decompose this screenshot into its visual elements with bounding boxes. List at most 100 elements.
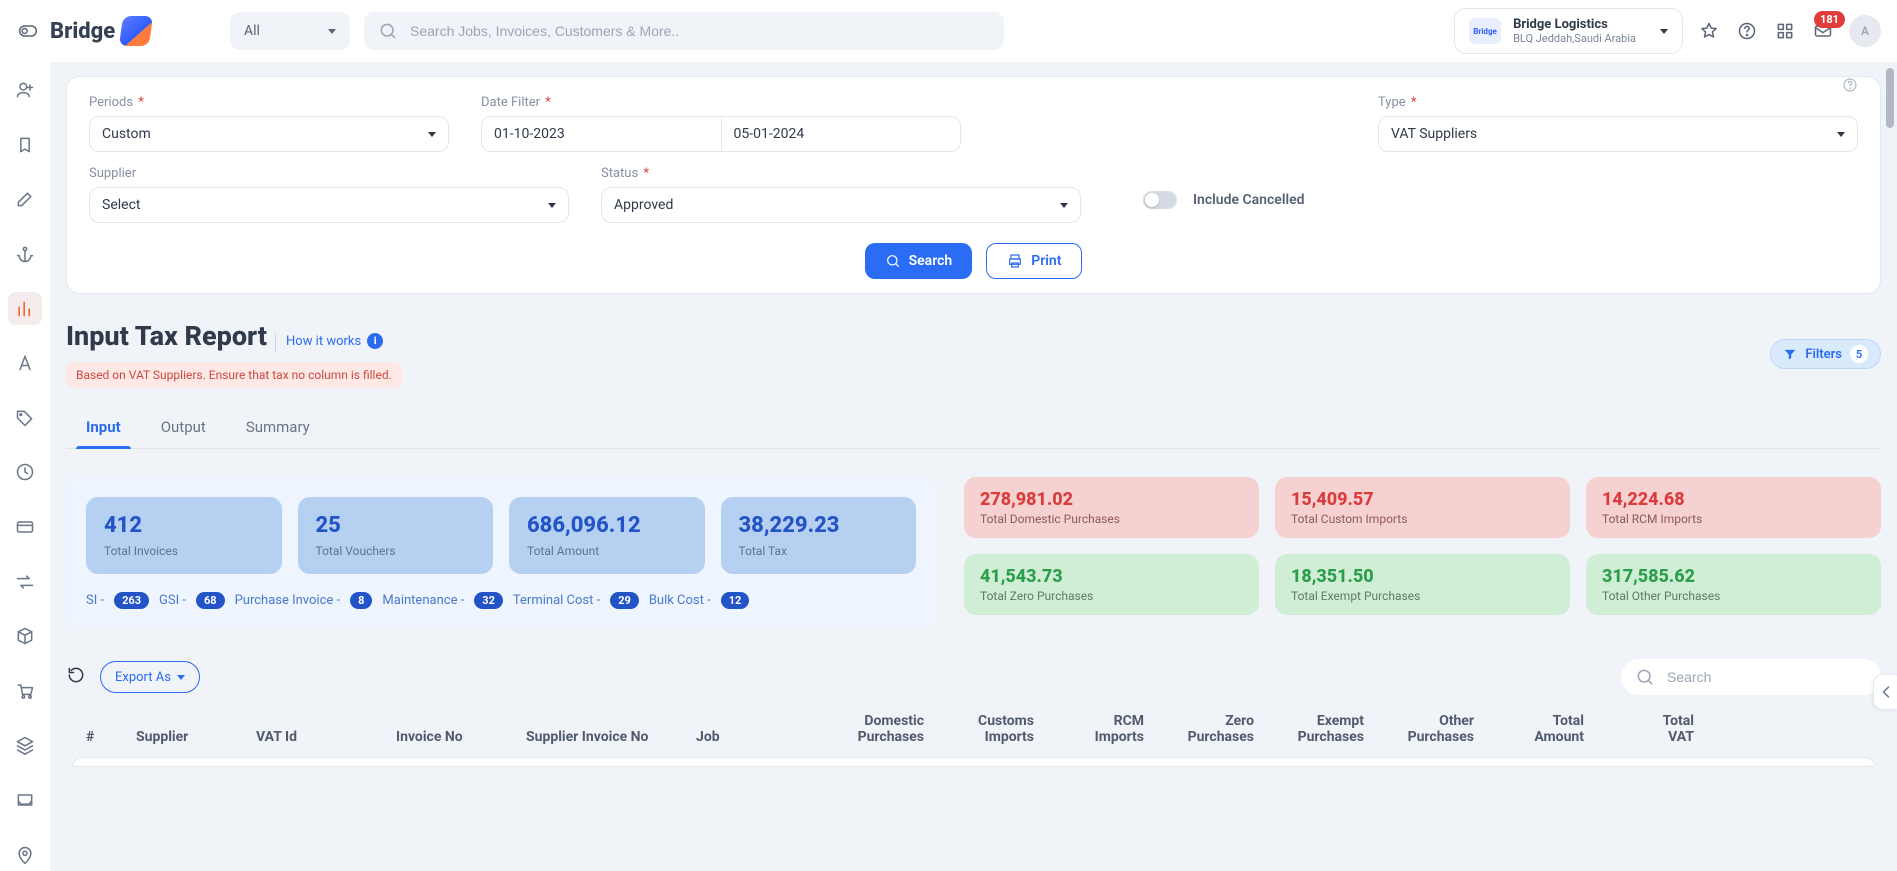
help-icon[interactable] <box>1735 19 1759 43</box>
table-body <box>72 757 1875 767</box>
col-hash: # <box>80 729 130 745</box>
content: Periods * Custom Date Filter * 01-10-202… <box>50 62 1897 871</box>
col-supplier: Supplier <box>130 729 250 745</box>
scope-value: All <box>244 23 260 39</box>
tile-custom: 15,409.57Total Custom Imports <box>1275 477 1570 538</box>
info-icon: i <box>367 333 383 349</box>
date-filter-label: Date Filter <box>481 95 540 110</box>
search-icon <box>1635 667 1655 687</box>
company-logo-icon: Bridge <box>1469 18 1501 44</box>
col-vat: VAT Id <box>250 729 390 745</box>
nav-inbox[interactable] <box>8 784 42 817</box>
chevron-down-icon <box>328 29 336 34</box>
global-search[interactable] <box>364 12 1004 50</box>
filter-card: Periods * Custom Date Filter * 01-10-202… <box>66 76 1881 294</box>
chevron-down-icon <box>1660 29 1668 34</box>
nav-add-user[interactable] <box>8 74 42 107</box>
tab-summary[interactable]: Summary <box>226 406 330 448</box>
left-sidebar <box>0 62 50 871</box>
col-job: Job <box>690 729 820 745</box>
nav-anchor[interactable] <box>8 238 42 271</box>
star-icon[interactable] <box>1697 19 1721 43</box>
tabs: Input Output Summary <box>66 406 1881 449</box>
page-title: Input Tax Report <box>66 320 267 352</box>
summary-metrics: 412Total Invoices 25Total Vouchers 686,0… <box>66 477 936 629</box>
col-rcm: RCMImports <box>1040 713 1150 745</box>
export-button[interactable]: Export As <box>100 661 200 693</box>
include-cancelled-label: Include Cancelled <box>1193 192 1305 208</box>
type-label: Type <box>1378 95 1406 110</box>
company-select[interactable]: Bridge Bridge Logistics BLQ Jeddah,Saudi… <box>1454 8 1683 54</box>
col-total-amount: TotalAmount <box>1480 713 1590 745</box>
type-select[interactable]: VAT Suppliers <box>1378 116 1858 152</box>
refresh-button[interactable] <box>66 665 86 689</box>
company-location: BLQ Jeddah,Saudi Arabia <box>1513 32 1636 45</box>
mail-button[interactable]: 181 <box>1811 19 1835 43</box>
topbar: Bridge All Bridge Bridge Logistics BLQ J… <box>0 0 1897 62</box>
user-avatar[interactable]: A <box>1849 15 1881 47</box>
filters-pill[interactable]: Filters 5 <box>1770 339 1881 369</box>
expand-panel-button[interactable] <box>1873 674 1897 710</box>
company-name: Bridge Logistics <box>1513 17 1636 32</box>
global-search-input[interactable] <box>408 22 990 40</box>
chevron-down-icon <box>548 203 556 208</box>
counters: SI -263 GSI -68 Purchase Invoice -8 Main… <box>86 592 916 609</box>
chevron-down-icon <box>428 132 436 137</box>
col-total-vat: TotalVAT <box>1590 713 1700 745</box>
filter-icon <box>1783 347 1797 361</box>
help-icon[interactable] <box>1842 77 1858 97</box>
sidebar-toggle-icon[interactable] <box>16 19 40 43</box>
nav-cart[interactable] <box>8 675 42 708</box>
search-icon <box>378 21 398 41</box>
nav-box[interactable] <box>8 620 42 653</box>
stat-card-tax: 38,229.23Total Tax <box>721 497 917 574</box>
apps-icon[interactable] <box>1773 19 1797 43</box>
date-from-input[interactable]: 01-10-2023 <box>481 116 722 152</box>
col-domestic: DomesticPurchases <box>820 713 930 745</box>
col-invoice: Invoice No <box>390 729 520 745</box>
tab-input[interactable]: Input <box>66 406 141 448</box>
print-button[interactable]: Print <box>986 243 1082 279</box>
include-cancelled-toggle[interactable] <box>1143 191 1177 209</box>
status-label: Status <box>601 166 638 181</box>
nav-tag[interactable] <box>8 402 42 435</box>
tile-rcm: 14,224.68Total RCM Imports <box>1586 477 1881 538</box>
nav-layers[interactable] <box>8 729 42 762</box>
nav-text[interactable] <box>8 347 42 380</box>
table-search-input[interactable] <box>1665 668 1867 686</box>
tile-exempt: 18,351.50Total Exempt Purchases <box>1275 554 1570 615</box>
col-customs: CustomsImports <box>930 713 1040 745</box>
filters-count: 5 <box>1850 345 1868 363</box>
nav-sync[interactable] <box>8 565 42 598</box>
tile-other: 317,585.62Total Other Purchases <box>1586 554 1881 615</box>
col-exempt: ExemptPurchases <box>1260 713 1370 745</box>
app-logo[interactable]: Bridge <box>50 16 151 46</box>
nav-edit[interactable] <box>8 183 42 216</box>
scope-select[interactable]: All <box>230 12 350 50</box>
periods-select[interactable]: Custom <box>89 116 449 152</box>
tile-zero: 41,543.73Total Zero Purchases <box>964 554 1259 615</box>
nav-reports[interactable] <box>8 292 42 325</box>
nav-history[interactable] <box>8 456 42 489</box>
logo-mark-icon <box>119 16 153 46</box>
stat-card-vouchers: 25Total Vouchers <box>298 497 494 574</box>
search-button[interactable]: Search <box>865 243 973 279</box>
chevron-down-icon <box>177 675 185 680</box>
how-it-works-link[interactable]: How it works i <box>275 333 383 352</box>
warning-chip: Based on VAT Suppliers. Ensure that tax … <box>66 362 402 388</box>
tile-domestic: 278,981.02Total Domestic Purchases <box>964 477 1259 538</box>
nav-location[interactable] <box>8 838 42 871</box>
supplier-select[interactable]: Select <box>89 187 569 223</box>
stat-card-invoices: 412Total Invoices <box>86 497 282 574</box>
chevron-left-icon <box>1876 682 1896 702</box>
nav-bookmark[interactable] <box>8 129 42 162</box>
date-to-input[interactable]: 05-01-2024 <box>722 116 962 152</box>
col-zero: ZeroPurchases <box>1150 713 1260 745</box>
nav-card[interactable] <box>8 511 42 544</box>
tab-output[interactable]: Output <box>141 406 226 448</box>
scrollbar[interactable] <box>1886 62 1894 871</box>
status-select[interactable]: Approved <box>601 187 1081 223</box>
stat-card-amount: 686,096.12Total Amount <box>509 497 705 574</box>
mail-badge: 181 <box>1814 11 1845 28</box>
table-search[interactable] <box>1621 659 1881 695</box>
